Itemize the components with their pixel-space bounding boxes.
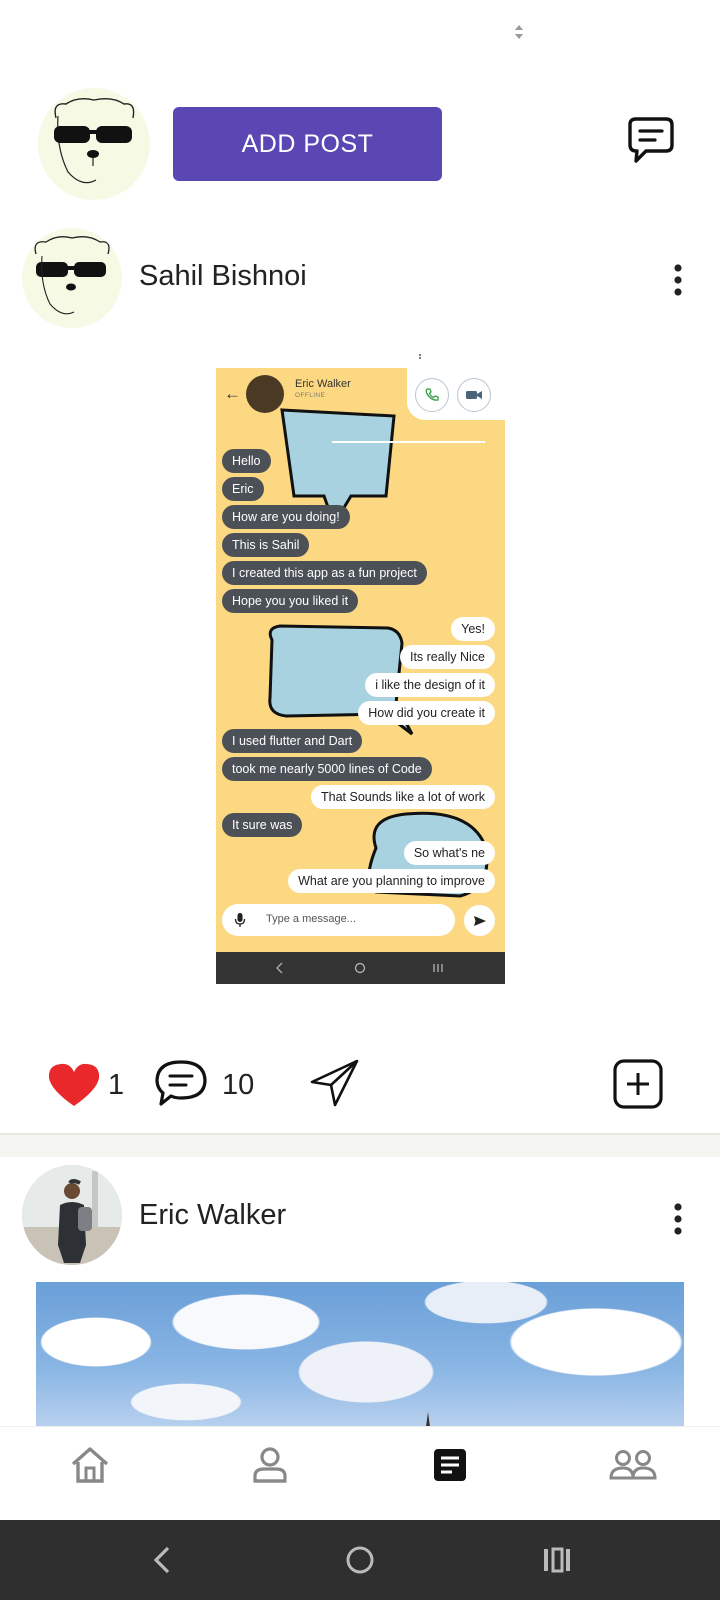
message-placeholder: Type a message... <box>266 913 356 925</box>
author-avatar[interactable] <box>22 228 122 328</box>
chat-message: Hope you you liked it <box>222 589 359 613</box>
post-author-name[interactable]: Eric Walker <box>139 1199 286 1232</box>
chat-message: This is Sahil <box>222 533 310 557</box>
post-divider <box>0 1133 720 1157</box>
sort-arrows-icon <box>515 25 523 39</box>
chat-bubble-icon[interactable] <box>622 114 680 172</box>
chat-message: Its really Nice <box>399 645 495 669</box>
mic-icon[interactable] <box>234 912 246 928</box>
divider-line <box>332 441 485 443</box>
chat-message: How did you create it <box>358 701 495 725</box>
contact-status: OFFLINE <box>295 392 326 399</box>
status-dot-icon <box>419 354 421 359</box>
add-square-icon[interactable] <box>612 1058 664 1110</box>
chat-message: Eric <box>222 477 264 501</box>
mini-system-nav <box>216 952 505 984</box>
call-panel <box>407 368 505 420</box>
video-call-icon[interactable] <box>457 378 491 412</box>
people-icon[interactable] <box>608 1443 658 1487</box>
send-icon[interactable] <box>309 1058 361 1108</box>
send-icon[interactable] <box>464 905 495 936</box>
tower-silhouette <box>426 1412 430 1427</box>
comment-count: 10 <box>222 1069 255 1101</box>
home-circle-icon[interactable] <box>338 1538 382 1582</box>
chat-message: I created this app as a fun project <box>222 561 427 585</box>
home-icon[interactable] <box>68 1443 112 1487</box>
phone-icon[interactable] <box>415 378 449 412</box>
chat-message: I used flutter and Dart <box>222 729 363 753</box>
chat-message: Yes! <box>451 617 495 641</box>
chat-message: What are you planning to improve <box>288 869 495 893</box>
back-arrow-icon[interactable]: ← <box>224 384 241 404</box>
post-image[interactable]: ← Eric Walker OFFLINE Hello Eric How are… <box>216 368 505 984</box>
like-count: 1 <box>108 1069 125 1101</box>
contact-name: Eric Walker <box>295 378 351 390</box>
person-icon[interactable] <box>248 1443 292 1487</box>
bottom-navigation <box>0 1426 720 1520</box>
user-avatar[interactable] <box>38 88 150 200</box>
post-header: Sahil Bishnoi <box>0 228 720 332</box>
document-icon[interactable] <box>428 1443 472 1487</box>
chat-message: It sure was <box>222 813 303 837</box>
chat-message: took me nearly 5000 lines of Code <box>222 757 432 781</box>
post-author-name[interactable]: Sahil Bishnoi <box>139 260 307 293</box>
post-image[interactable] <box>36 1282 684 1427</box>
chat-message: That Sounds like a lot of work <box>311 785 495 809</box>
system-navigation-bar <box>0 1520 720 1600</box>
comment-icon[interactable] <box>154 1058 209 1110</box>
author-avatar[interactable] <box>22 1165 122 1265</box>
chat-message: Hello <box>222 449 271 473</box>
more-options-icon[interactable] <box>666 263 690 297</box>
message-input[interactable]: Type a message... <box>222 904 455 936</box>
heart-icon[interactable] <box>47 1062 101 1108</box>
contact-avatar[interactable] <box>246 375 284 413</box>
post-header: Eric Walker <box>0 1165 720 1269</box>
add-post-button[interactable]: ADD POST <box>173 107 442 181</box>
chat-message: i like the design of it <box>365 673 495 697</box>
recents-icon[interactable] <box>535 1538 579 1582</box>
back-icon[interactable] <box>140 1538 184 1582</box>
more-options-icon[interactable] <box>666 1202 690 1236</box>
chat-message: How are you doing! <box>222 505 350 529</box>
chat-message: So what's ne <box>403 841 495 865</box>
